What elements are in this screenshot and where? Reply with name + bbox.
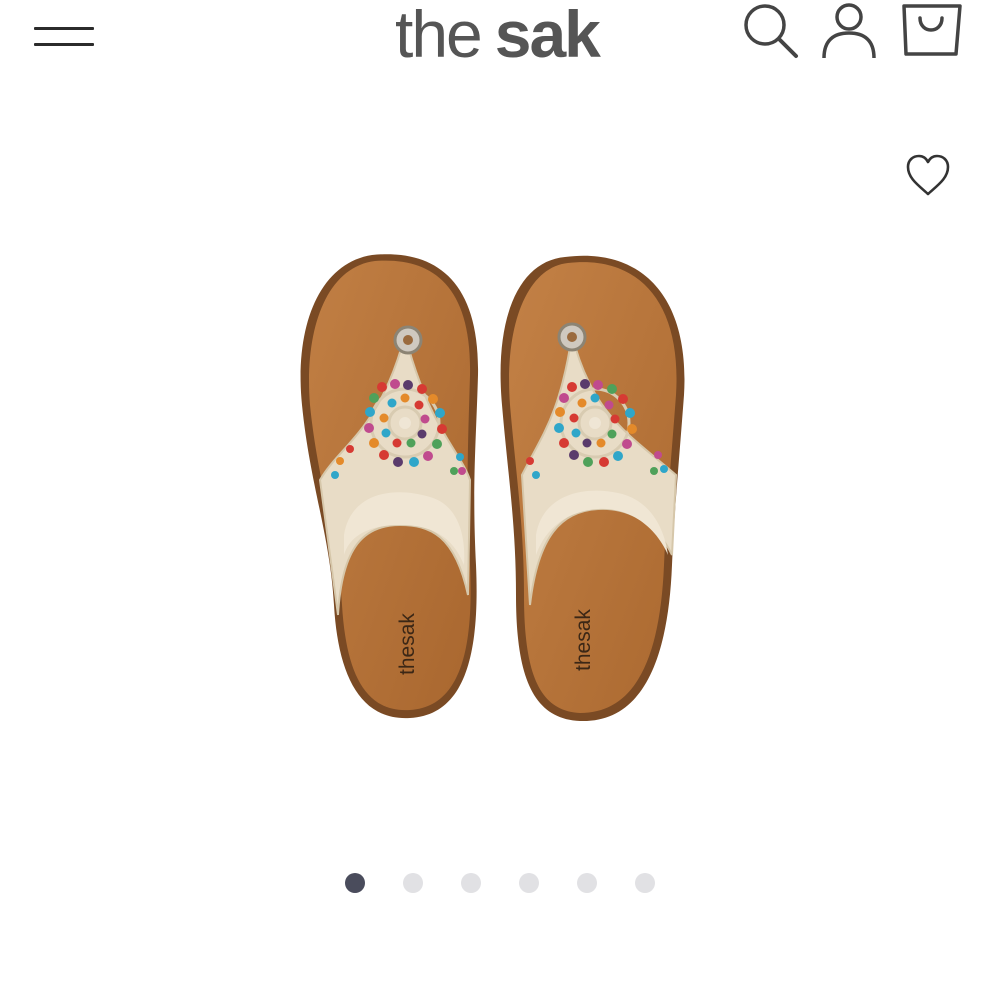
carousel-dot-3[interactable] <box>461 873 481 893</box>
heart-icon <box>906 154 950 196</box>
carousel-dot-2[interactable] <box>403 873 423 893</box>
menu-icon <box>34 27 94 30</box>
carousel-pagination <box>340 870 660 896</box>
brand-logo[interactable]: the sak <box>395 0 635 71</box>
left-sandal: thesak <box>300 254 479 719</box>
menu-icon-bar <box>34 43 94 46</box>
carousel-dot-5[interactable] <box>577 873 597 893</box>
product-image[interactable]: thesak thesak <box>280 235 710 740</box>
cart-button[interactable] <box>896 0 970 64</box>
right-footbed-brand: thesak <box>572 609 595 671</box>
site-header: the sak <box>0 0 1000 80</box>
sandals-illustration: thesak thesak <box>300 254 685 722</box>
logo-text-the: the <box>395 0 483 71</box>
carousel-dot-1[interactable] <box>345 873 365 893</box>
search-button[interactable] <box>738 0 802 64</box>
wishlist-button[interactable] <box>900 150 956 202</box>
left-footbed-brand: thesak <box>396 613 419 675</box>
shopping-bag-icon <box>902 4 962 56</box>
user-icon <box>822 3 876 59</box>
right-sandal: thesak <box>500 255 685 722</box>
carousel-dot-4[interactable] <box>519 873 539 893</box>
menu-button[interactable] <box>30 20 98 54</box>
account-button[interactable] <box>818 0 880 64</box>
carousel-dot-6[interactable] <box>635 873 655 893</box>
logo-text-sak: sak <box>494 0 601 71</box>
search-icon <box>744 4 798 58</box>
